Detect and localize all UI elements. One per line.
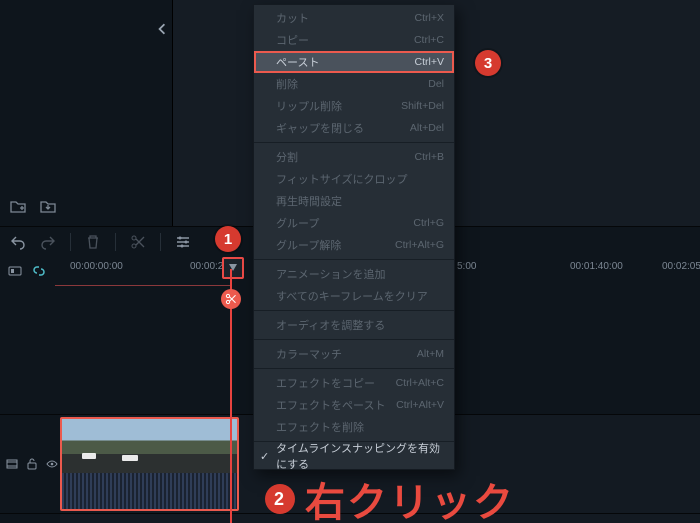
context-menu-item-shortcut: Ctrl+Alt+C bbox=[396, 377, 444, 389]
context-menu-item-label: カット bbox=[276, 10, 309, 26]
annotation-badge-2: 2 bbox=[265, 484, 295, 514]
split-button[interactable] bbox=[130, 234, 146, 250]
delete-button[interactable] bbox=[85, 234, 101, 250]
playhead-marker-icon[interactable] bbox=[222, 257, 244, 279]
context-menu-item-shortcut: Alt+Del bbox=[410, 122, 444, 134]
context-menu-item-label: グループ bbox=[276, 215, 319, 231]
context-menu-item-label: エフェクトを削除 bbox=[276, 419, 364, 435]
context-menu-item-shortcut: Ctrl+C bbox=[414, 34, 444, 46]
annotation-badge-1-text: 1 bbox=[224, 231, 232, 248]
context-menu-separator bbox=[254, 142, 454, 143]
toolbar-separator bbox=[115, 233, 116, 251]
context-menu-item-label: 削除 bbox=[276, 76, 298, 92]
context-menu-item-shortcut: Alt+M bbox=[417, 348, 444, 360]
import-folder-icon[interactable] bbox=[40, 199, 56, 218]
context-menu-item: すべてのキーフレームをクリア bbox=[254, 285, 454, 307]
timeline-context-menu: カット Ctrl+X コピー Ctrl+C ペースト Ctrl+V 削除 Del リップル削除 S… bbox=[253, 4, 455, 470]
context-menu-item: グループ Ctrl+G bbox=[254, 212, 454, 234]
context-menu-item-shortcut: Ctrl+Alt+G bbox=[395, 239, 444, 251]
playhead-split-button[interactable] bbox=[221, 289, 241, 309]
context-menu-item: 再生時間設定 bbox=[254, 190, 454, 212]
context-menu-item: リップル削除 Shift+Del bbox=[254, 95, 454, 117]
annotation-badge-3: 3 bbox=[475, 50, 501, 76]
timecode-label: 00:01:40:00 bbox=[570, 261, 623, 272]
annotation-badge-2-text: 2 bbox=[274, 489, 286, 510]
context-menu-item: 削除 Del bbox=[254, 73, 454, 95]
settings-button[interactable] bbox=[175, 234, 191, 250]
annotation-label-2-text: 右クリック bbox=[305, 470, 515, 523]
context-menu-item: カット Ctrl+X bbox=[254, 7, 454, 29]
context-menu-item-label: フィットサイズにクロップ bbox=[276, 171, 407, 187]
link-icon[interactable] bbox=[32, 264, 46, 278]
context-menu-item-shortcut: Del bbox=[428, 78, 444, 90]
context-menu-item-label: エフェクトをコピー bbox=[276, 375, 375, 391]
context-menu-item: ギャップを閉じる Alt+Del bbox=[254, 117, 454, 139]
redo-button[interactable] bbox=[40, 234, 56, 250]
context-menu-item[interactable]: ペースト Ctrl+V bbox=[254, 51, 454, 73]
eye-icon[interactable] bbox=[46, 458, 58, 470]
context-menu-item: エフェクトをコピー Ctrl+Alt+C bbox=[254, 372, 454, 394]
context-menu-item-label: ギャップを閉じる bbox=[276, 120, 364, 136]
context-menu-item-shortcut: Ctrl+G bbox=[413, 217, 444, 229]
context-menu-item: 分割 Ctrl+B bbox=[254, 146, 454, 168]
toolbar-separator bbox=[160, 233, 161, 251]
context-menu-item: グループ解除 Ctrl+Alt+G bbox=[254, 234, 454, 256]
context-menu-item-label: ペースト bbox=[276, 54, 319, 70]
playhead[interactable] bbox=[230, 257, 232, 523]
context-menu-item: エフェクトをペースト Ctrl+Alt+V bbox=[254, 394, 454, 416]
timecode-label: 5:00 bbox=[457, 261, 476, 272]
context-menu-item-label: オーディオを調整する bbox=[276, 317, 385, 333]
context-menu-item-label: コピー bbox=[276, 32, 309, 48]
context-menu-item: エフェクトを削除 bbox=[254, 416, 454, 438]
context-menu-item-shortcut: Ctrl+B bbox=[415, 151, 444, 163]
video-track-head bbox=[0, 415, 60, 513]
context-menu-item-shortcut: Shift+Del bbox=[401, 100, 444, 112]
context-menu-item-label: 再生時間設定 bbox=[276, 193, 342, 209]
context-menu-item: オーディオを調整する bbox=[254, 314, 454, 336]
context-menu-item-shortcut: Ctrl+X bbox=[415, 12, 444, 24]
context-menu-item: アニメーションを追加 bbox=[254, 263, 454, 285]
context-menu-item[interactable]: ✓タイムラインスナッピングを有効にする bbox=[254, 445, 454, 467]
video-clip[interactable] bbox=[60, 417, 239, 511]
context-menu-item-label: カラーマッチ bbox=[276, 346, 342, 362]
context-menu-item-shortcut: Ctrl+Alt+V bbox=[396, 399, 444, 411]
toolbar-separator bbox=[70, 233, 71, 251]
media-browser-panel bbox=[0, 0, 173, 226]
timecode-label: 00:02:05 bbox=[662, 261, 700, 272]
context-menu-item: コピー Ctrl+C bbox=[254, 29, 454, 51]
annotation-badge-1: 1 bbox=[215, 226, 241, 252]
film-icon bbox=[6, 458, 18, 470]
timeline-mode-icon[interactable] bbox=[8, 264, 22, 278]
context-menu-item-label: タイムラインスナッピングを有効にする bbox=[276, 440, 444, 472]
context-menu-separator bbox=[254, 310, 454, 311]
context-menu-item-label: 分割 bbox=[276, 149, 298, 165]
timecode-label: 00:00:00:00 bbox=[70, 261, 123, 272]
context-menu-item: カラーマッチ Alt+M bbox=[254, 343, 454, 365]
panel-collapse-handle[interactable] bbox=[156, 14, 168, 44]
clip-audio-waveform bbox=[62, 473, 237, 509]
lock-open-icon[interactable] bbox=[26, 458, 38, 470]
context-menu-item-shortcut: Ctrl+V bbox=[415, 56, 444, 68]
context-menu-item-label: グループ解除 bbox=[276, 237, 341, 253]
context-menu-separator bbox=[254, 368, 454, 369]
context-menu-item: フィットサイズにクロップ bbox=[254, 168, 454, 190]
context-menu-item-label: エフェクトをペースト bbox=[276, 397, 385, 413]
undo-button[interactable] bbox=[10, 234, 26, 250]
clip-thumbnail bbox=[62, 419, 237, 473]
context-menu-item-label: アニメーションを追加 bbox=[276, 266, 386, 282]
context-menu-separator bbox=[254, 259, 454, 260]
check-icon: ✓ bbox=[260, 450, 269, 463]
context-menu-separator bbox=[254, 339, 454, 340]
audio-track-head: ♪1 bbox=[0, 514, 60, 523]
context-menu-item-label: すべてのキーフレームをクリア bbox=[276, 288, 428, 304]
annotation-badge-3-text: 3 bbox=[484, 55, 492, 72]
annotation-label-2: 2 右クリック bbox=[265, 470, 515, 523]
new-folder-icon[interactable] bbox=[10, 199, 26, 218]
context-menu-item-label: リップル削除 bbox=[276, 98, 342, 114]
